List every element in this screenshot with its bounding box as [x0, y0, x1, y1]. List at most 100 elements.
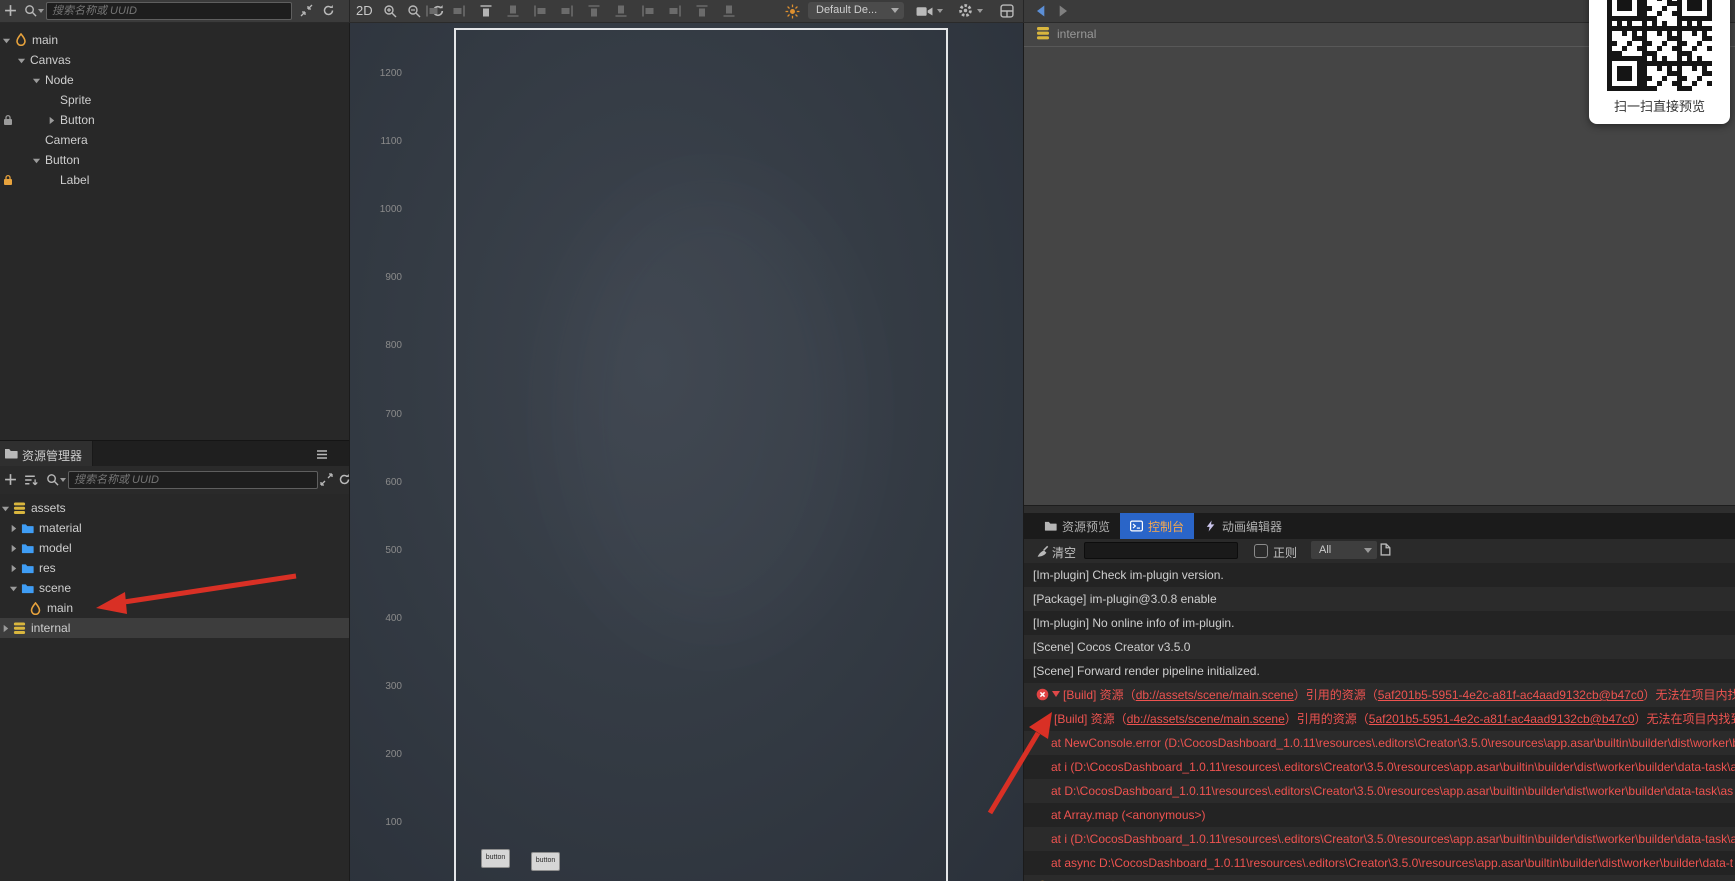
node-label: Canvas — [30, 53, 71, 67]
hierarchy-node-main[interactable]: main — [0, 30, 349, 50]
add-asset-icon[interactable] — [4, 473, 17, 486]
nav-forward-icon[interactable] — [1059, 5, 1068, 17]
tab-assets-manager[interactable]: 资源管理器 — [0, 441, 93, 467]
design-resolution-frame — [454, 28, 948, 881]
hierarchy-node-button[interactable]: Button — [0, 110, 349, 130]
align-icon[interactable] — [506, 5, 520, 17]
scene-view[interactable]: 1200 1100 1000 900 800 700 600 500 400 300 200 100 … — [350, 22, 1023, 881]
nav-back-icon[interactable] — [1036, 5, 1045, 17]
camera-select[interactable]: Default De... — [808, 2, 904, 19]
tree-caret-icon[interactable] — [32, 76, 41, 85]
tree-caret-icon[interactable] — [17, 56, 26, 65]
tree-caret-icon[interactable] — [1, 504, 10, 513]
mode-2d-button[interactable]: 2D — [356, 3, 373, 18]
tab-folder[interactable]: 资源预览 — [1034, 513, 1120, 539]
align-icon[interactable] — [695, 5, 709, 17]
assets-search-input[interactable] — [68, 471, 318, 489]
scene-button-widget[interactable]: button — [531, 852, 560, 871]
tree-caret-icon[interactable] — [32, 156, 41, 165]
scene-button-widget[interactable]: button — [481, 849, 510, 868]
log-fragment: at async D:\CocosDashboard_1.0.11\resour… — [1051, 856, 1734, 870]
asset-node-model[interactable]: model — [0, 538, 349, 558]
log-link[interactable]: db://assets/scene/main.scene — [1127, 712, 1285, 726]
asset-node-main[interactable]: main — [0, 598, 349, 618]
db-icon — [13, 622, 26, 635]
asset-node-material[interactable]: material — [0, 518, 349, 538]
ruler-label: 100 — [385, 817, 402, 828]
log-link[interactable]: db://assets/scene/main.scene — [1136, 688, 1294, 702]
log-row: [Im-plugin] Check im-plugin version. — [1024, 563, 1735, 587]
tree-caret-icon[interactable] — [47, 116, 56, 125]
hierarchy-node-node[interactable]: Node — [0, 70, 349, 90]
align-icon[interactable] — [668, 5, 682, 17]
tab-label: 资源预览 — [1062, 519, 1111, 534]
export-log-icon[interactable] — [1380, 543, 1391, 556]
camera-icon[interactable] — [916, 6, 933, 17]
tree-caret-icon[interactable] — [9, 584, 18, 593]
log-row: [Build] 资源（db://assets/scene/main.scene ）… — [1024, 707, 1735, 731]
node-label: Button — [45, 153, 80, 167]
search-caret-icon — [60, 478, 66, 482]
log-row: [Build] 资源（db://assets/scene/main.scene）… — [1024, 683, 1735, 707]
tree-caret-icon[interactable] — [9, 524, 18, 533]
align-icon[interactable] — [560, 5, 574, 17]
log-row: [Package] im-plugin@3.0.8 enable — [1024, 587, 1735, 611]
log-caret-icon[interactable] — [1052, 691, 1060, 697]
align-icon[interactable] — [641, 5, 655, 17]
qr-caption: 扫一扫直接预览 — [1613, 99, 1705, 114]
search-icon[interactable] — [24, 4, 37, 17]
log-link[interactable]: 5af201b5-5951-4e2c-a81f-ac4aad9132cb@b47… — [1369, 712, 1635, 726]
search-icon[interactable] — [46, 473, 59, 486]
hierarchy-search-input[interactable] — [46, 2, 292, 20]
hierarchy-node-camera[interactable]: Camera — [0, 130, 349, 150]
log-level-select[interactable]: All — [1311, 541, 1377, 559]
asset-node-scene[interactable]: scene — [0, 578, 349, 598]
tab-terminal[interactable]: 控制台 — [1120, 513, 1195, 539]
refresh-icon[interactable] — [322, 4, 335, 17]
hierarchy-node-button[interactable]: Button — [0, 150, 349, 170]
menu-icon[interactable] — [316, 449, 328, 460]
regex-checkbox[interactable] — [1254, 544, 1268, 558]
layout-grid-icon[interactable] — [1000, 4, 1014, 18]
align-icon[interactable] — [533, 5, 547, 17]
align-icon[interactable] — [614, 5, 628, 17]
zoom-out-icon[interactable] — [407, 4, 421, 18]
hierarchy-node-sprite[interactable]: Sprite — [0, 90, 349, 110]
gear-icon[interactable] — [958, 3, 973, 18]
asset-node-res[interactable]: res — [0, 558, 349, 578]
log-fragment: [Build] 资源（ — [1054, 712, 1127, 726]
camera-select-value: Default De... — [816, 4, 878, 16]
log-row: [Scene] 资源 — [1024, 875, 1735, 881]
regex-label: 正则 — [1273, 546, 1298, 560]
tab-bolt[interactable]: 动画编辑器 — [1194, 513, 1292, 539]
asset-node-assets[interactable]: assets — [0, 498, 349, 518]
console-filter-input[interactable] — [1084, 542, 1238, 559]
align-icon[interactable] — [425, 5, 439, 17]
ruler-label: 200 — [385, 749, 402, 760]
hierarchy-node-canvas[interactable]: Canvas — [0, 50, 349, 70]
tree-caret-icon[interactable] — [9, 564, 18, 573]
sort-icon[interactable] — [23, 474, 38, 487]
add-node-icon[interactable] — [4, 4, 17, 17]
log-fragment: ）无法在项目内找到 — [1634, 712, 1735, 726]
align-icon[interactable] — [452, 5, 466, 17]
gear-caret-icon — [977, 9, 983, 13]
log-link[interactable]: 5af201b5-5951-4e2c-a81f-ac4aad9132cb@b47… — [1378, 688, 1644, 702]
broom-icon[interactable] — [1036, 545, 1049, 558]
expand-all-icon[interactable] — [320, 473, 333, 486]
align-icon[interactable] — [479, 5, 493, 17]
tree-caret-icon[interactable] — [1, 624, 10, 633]
asset-node-internal[interactable]: internal — [0, 618, 349, 638]
camera-caret-icon — [937, 9, 943, 13]
tab-label: 动画编辑器 — [1222, 519, 1283, 534]
light-toggle-icon[interactable] — [785, 4, 800, 19]
zoom-in-icon[interactable] — [383, 4, 397, 18]
align-icon[interactable] — [587, 5, 601, 17]
hierarchy-node-label[interactable]: Label — [0, 170, 349, 190]
search-caret-icon — [38, 9, 44, 13]
collapse-all-icon[interactable] — [300, 4, 313, 17]
align-icon[interactable] — [722, 5, 736, 17]
tree-caret-icon[interactable] — [2, 36, 11, 45]
clear-button[interactable]: 清空 — [1052, 544, 1076, 561]
tree-caret-icon[interactable] — [9, 544, 18, 553]
